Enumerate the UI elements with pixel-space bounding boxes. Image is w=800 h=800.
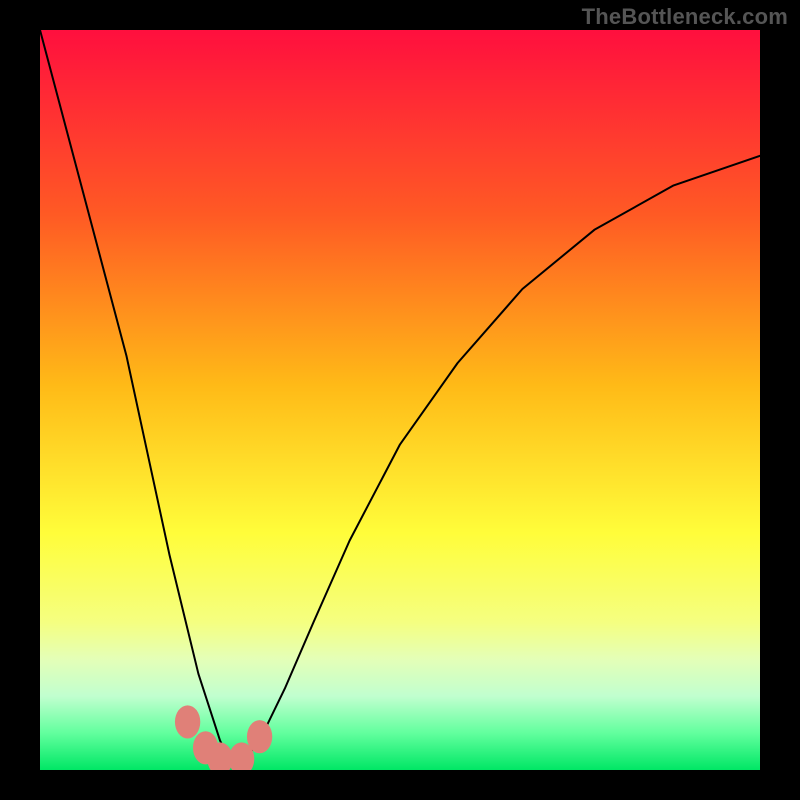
chart-panel — [40, 30, 760, 770]
marker-0 — [175, 705, 200, 738]
attribution-text: TheBottleneck.com — [582, 4, 788, 30]
marker-4 — [247, 720, 272, 753]
chart-background — [40, 30, 760, 770]
chart-svg — [40, 30, 760, 770]
